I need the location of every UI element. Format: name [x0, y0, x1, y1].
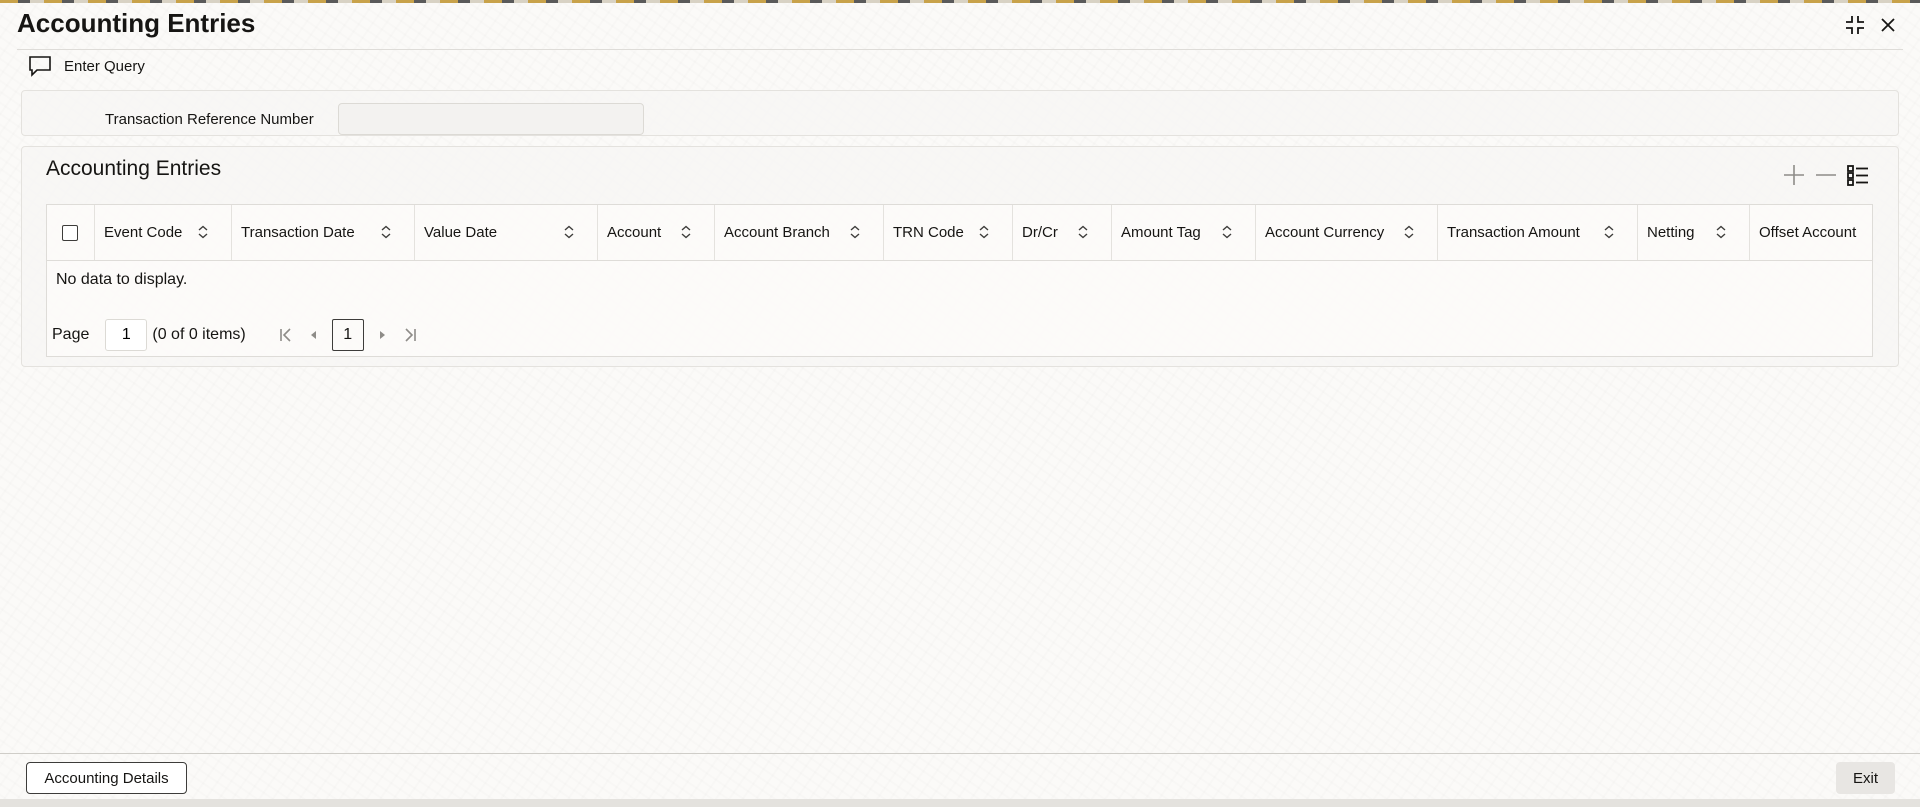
transaction-reference-input[interactable] [338, 103, 644, 135]
title-divider [17, 49, 1903, 50]
close-window-button[interactable] [1873, 10, 1903, 40]
column-header-transaction-date[interactable]: Transaction Date [232, 205, 415, 260]
header-select-all-cell [47, 205, 95, 260]
column-header-label: Transaction Date [241, 224, 355, 241]
first-page-icon [279, 328, 291, 342]
sort-updown-icon [198, 225, 208, 239]
column-header-trn-code[interactable]: TRN Code [884, 205, 1013, 260]
close-icon [1881, 18, 1895, 32]
minus-icon [1816, 174, 1836, 176]
column-header-netting[interactable]: Netting [1638, 205, 1750, 260]
top-decorative-strip [0, 0, 1920, 3]
delete-row-button[interactable] [1813, 162, 1839, 188]
enter-query-button[interactable]: Enter Query [28, 54, 145, 78]
sort-updown-icon [1222, 225, 1232, 239]
footer-divider [0, 753, 1920, 754]
column-header-label: TRN Code [893, 224, 964, 241]
column-header-label: Netting [1647, 224, 1695, 241]
sort-updown-icon [1604, 225, 1614, 239]
column-header-label: Amount Tag [1121, 224, 1201, 241]
empty-grid-message: No data to display. [56, 271, 188, 288]
column-header-account-branch[interactable]: Account Branch [715, 205, 884, 260]
grid-header: Event Code Transaction Date Value Date A… [47, 205, 1872, 261]
transaction-reference-label: Transaction Reference Number [105, 111, 314, 128]
add-row-button[interactable] [1781, 162, 1807, 188]
sort-updown-icon [381, 225, 391, 239]
sort-updown-icon [1078, 225, 1088, 239]
column-list-icon [1847, 165, 1868, 186]
sort-updown-icon [681, 225, 691, 239]
manage-columns-button[interactable] [1845, 162, 1871, 188]
collapse-window-button[interactable] [1840, 10, 1870, 40]
column-header-dr-cr[interactable]: Dr/Cr [1013, 205, 1112, 260]
accounting-entries-title: Accounting Entries [46, 157, 222, 180]
sort-updown-icon [1404, 225, 1414, 239]
page-number-input[interactable] [105, 319, 148, 351]
previous-page-icon [310, 331, 316, 339]
select-all-checkbox[interactable] [62, 224, 78, 241]
accounting-details-button[interactable]: Accounting Details [26, 762, 187, 794]
window-title: Accounting Entries [17, 8, 256, 38]
sort-updown-icon [979, 225, 989, 239]
pagination-bar: Page (0 of 0 items) 1 [52, 318, 424, 352]
column-header-event-code[interactable]: Event Code [95, 205, 232, 260]
column-header-account[interactable]: Account [598, 205, 715, 260]
column-header-transaction-amount[interactable]: Transaction Amount [1438, 205, 1638, 260]
column-header-label: Offset Account [1759, 224, 1857, 241]
accounting-entries-grid: Event Code Transaction Date Value Date A… [46, 204, 1873, 357]
column-header-label: Value Date [424, 224, 498, 241]
column-header-label: Event Code [104, 224, 183, 241]
next-page-button[interactable] [368, 319, 396, 351]
sort-updown-icon [850, 225, 860, 239]
exit-button[interactable]: Exit [1836, 762, 1895, 794]
column-header-label: Account Currency [1265, 224, 1385, 241]
column-header-label: Dr/Cr [1022, 224, 1058, 241]
column-header-amount-tag[interactable]: Amount Tag [1112, 205, 1256, 260]
column-header-label: Transaction Amount [1447, 224, 1580, 241]
items-summary: (0 of 0 items) [152, 326, 246, 343]
sort-updown-icon [564, 225, 574, 239]
column-header-value-date[interactable]: Value Date [415, 205, 598, 260]
previous-page-button[interactable] [300, 319, 328, 351]
current-page-button[interactable]: 1 [331, 319, 364, 351]
next-page-icon [379, 331, 385, 339]
chat-bubble-icon [29, 56, 51, 77]
column-header-offset-account[interactable]: Offset Account [1750, 205, 1872, 260]
first-page-button[interactable] [272, 319, 300, 351]
query-panel: Transaction Reference Number [21, 90, 1899, 136]
sort-updown-icon [1716, 225, 1726, 239]
column-header-label: Account [607, 224, 662, 241]
collapse-icon [1846, 16, 1864, 34]
column-header-label: Account Branch [724, 224, 830, 241]
last-page-button[interactable] [396, 319, 424, 351]
bottom-strip [0, 799, 1920, 807]
last-page-icon [405, 328, 416, 342]
enter-query-label: Enter Query [64, 57, 145, 75]
page-label: Page [52, 326, 90, 343]
plus-icon [1784, 165, 1804, 185]
column-header-account-currency[interactable]: Account Currency [1256, 205, 1438, 260]
